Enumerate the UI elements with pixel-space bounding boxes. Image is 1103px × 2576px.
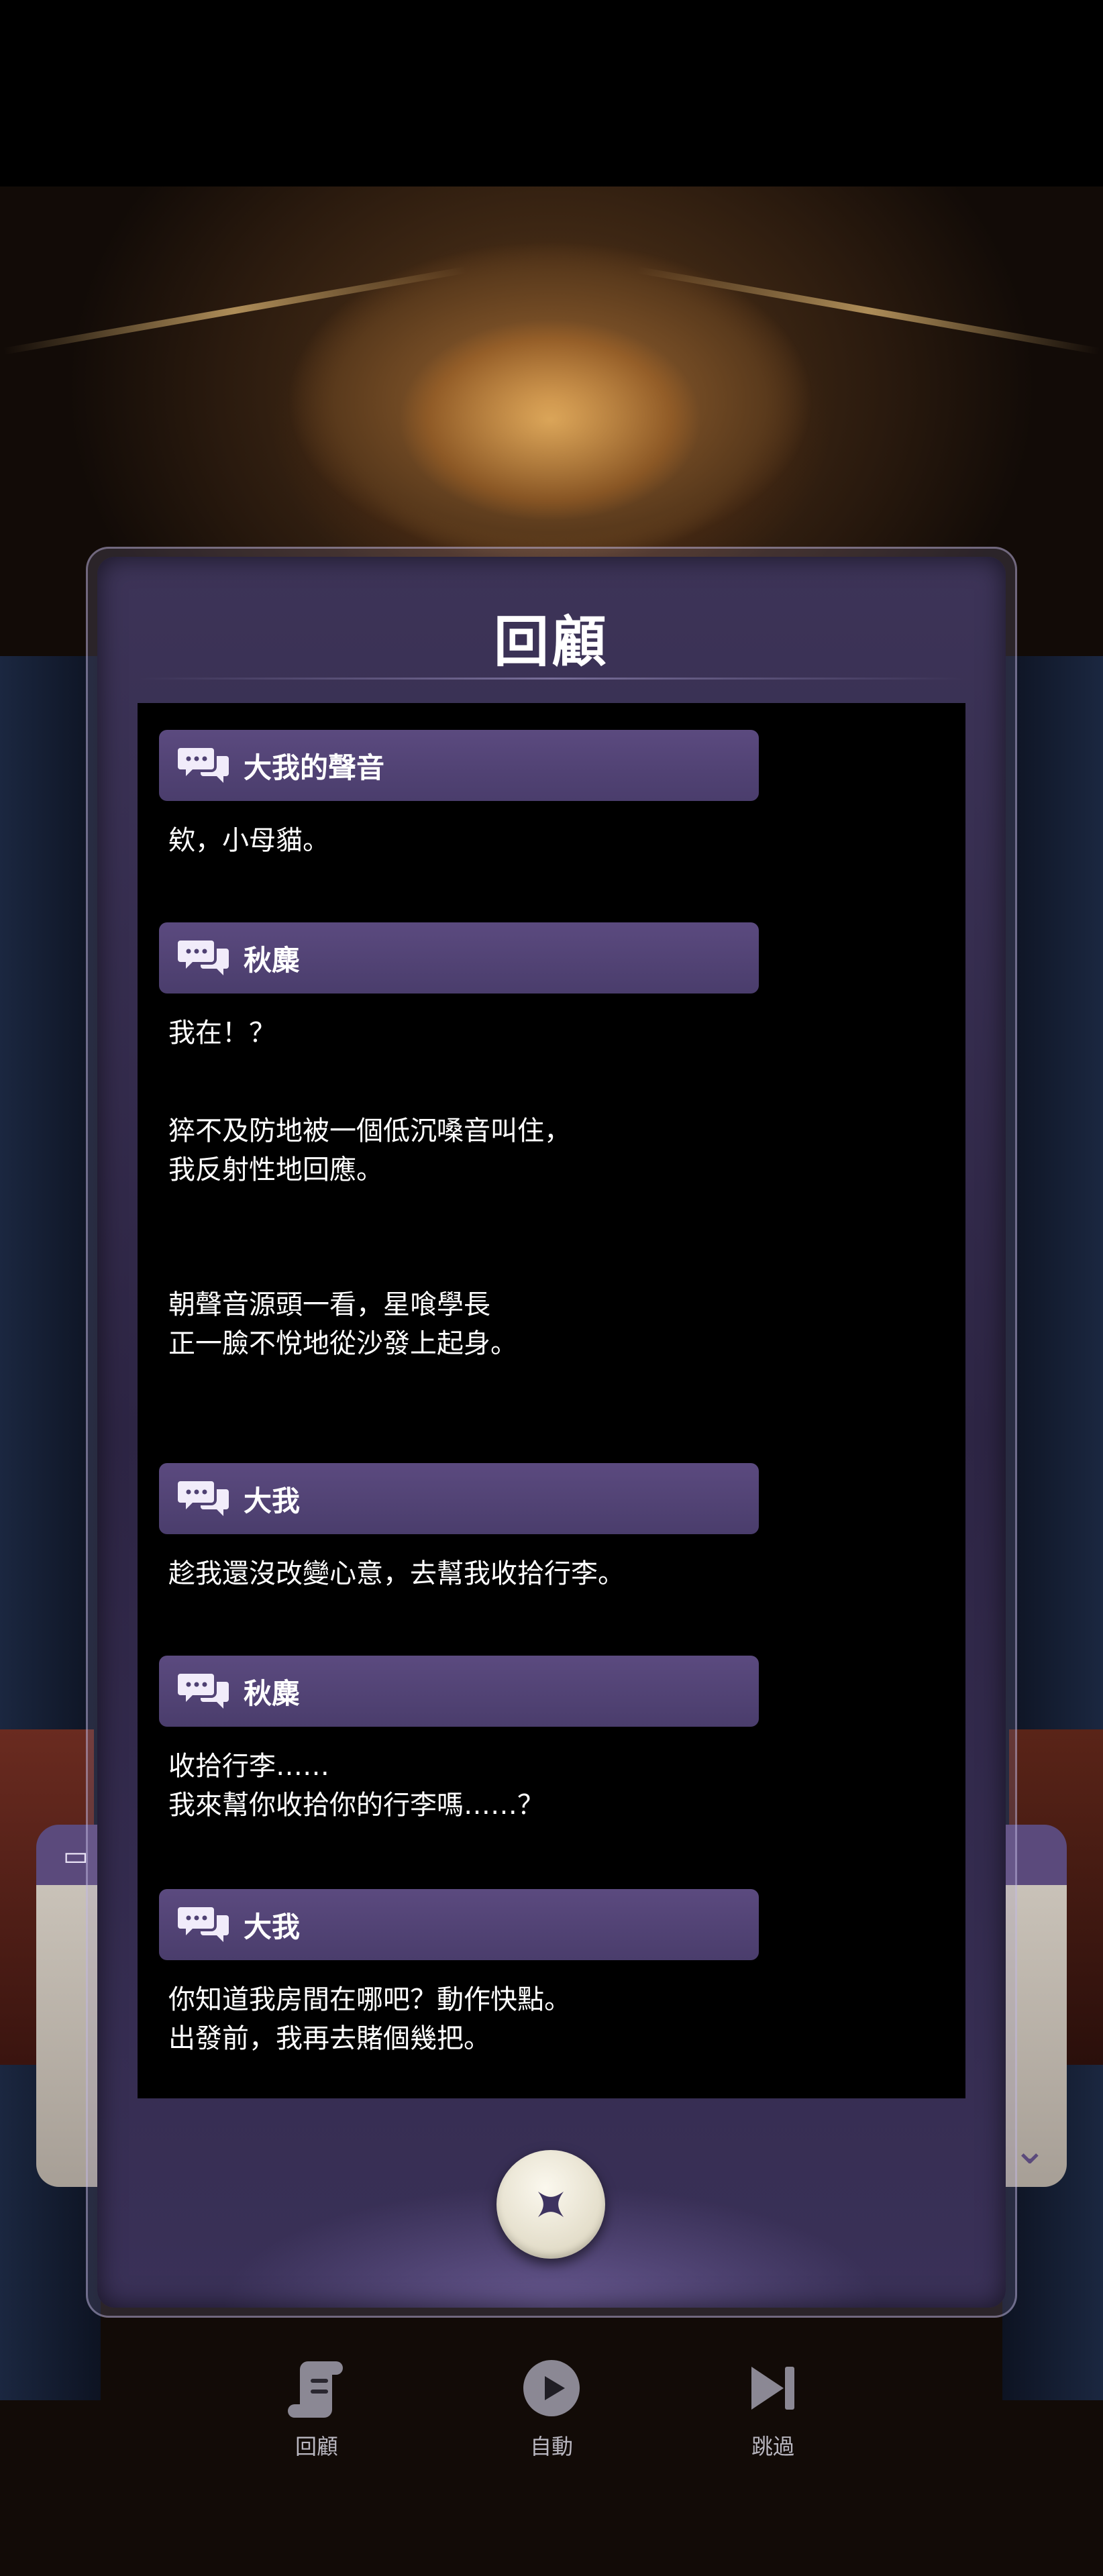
chat-bubbles-icon bbox=[178, 938, 230, 978]
chandelier-illustration bbox=[242, 213, 859, 589]
bottom-controls: 回顧 自動 跳過 bbox=[0, 2328, 1103, 2529]
next-chevron-icon: ⌄ bbox=[1012, 2127, 1047, 2174]
dialogue-line: 欸，小母貓。 bbox=[168, 825, 329, 856]
title-divider bbox=[138, 678, 965, 680]
speaker-bar: 大我的聲音 bbox=[159, 730, 759, 801]
dialogue-line: 你知道我房間在哪吧？動作快點。 出發前，我再去賭個幾把。 bbox=[168, 1984, 571, 2054]
scroll-icon bbox=[283, 2355, 350, 2422]
close-star-icon bbox=[537, 2191, 564, 2218]
speaker-bar: 大我 bbox=[159, 1463, 759, 1534]
review-label: 回顧 bbox=[295, 2434, 338, 2459]
skip-icon bbox=[739, 2355, 806, 2422]
dialogue-line: 我在！？ bbox=[168, 1018, 276, 1049]
chat-bubbles-icon bbox=[178, 1479, 230, 1519]
skip-button[interactable]: 跳過 bbox=[706, 2355, 840, 2461]
panel-title: 回顧 bbox=[493, 610, 609, 674]
close-button[interactable] bbox=[496, 2150, 605, 2259]
speaker-bar: 秋麋 bbox=[159, 922, 759, 994]
auto-button[interactable]: 自動 bbox=[484, 2355, 619, 2461]
review-panel: 回顧 大我的聲音 欸，小母貓。 秋麋 我在！？ 猝不及防地被一個低沉嗓音叫住， … bbox=[97, 557, 1006, 2308]
speaker-name: 秋麋 bbox=[244, 1676, 301, 1710]
speaker-name: 秋麋 bbox=[244, 943, 301, 977]
dialogue-line: 朝聲音源頭一看，星喰學長 正一臉不悅地從沙發上起身。 bbox=[168, 1289, 517, 1359]
auto-label: 自動 bbox=[529, 2434, 573, 2459]
speaker-bar: 大我 bbox=[159, 1889, 759, 1960]
speaker-name: 大我的聲音 bbox=[244, 751, 385, 784]
dialogue-line: 趁我還沒改變心意，去幫我收拾行李。 bbox=[168, 1558, 625, 1589]
chat-bubbles-icon bbox=[178, 1904, 230, 1945]
skip-label: 跳過 bbox=[751, 2434, 794, 2459]
speaker-bar: 秋麋 bbox=[159, 1656, 759, 1727]
chat-bubbles-icon bbox=[178, 745, 230, 786]
speaker-name: 大我 bbox=[244, 1910, 301, 1943]
review-button[interactable]: 回顧 bbox=[250, 2355, 384, 2461]
dialogue-line: 猝不及防地被一個低沉嗓音叫住， 我反射性地回應。 bbox=[168, 1116, 571, 1185]
play-icon bbox=[518, 2355, 585, 2422]
chat-bubbles-icon bbox=[178, 1671, 230, 1711]
dialogue-log[interactable]: 大我的聲音 欸，小母貓。 秋麋 我在！？ 猝不及防地被一個低沉嗓音叫住， 我反射… bbox=[138, 703, 965, 2098]
dialogue-line: 收拾行李…… 我來幫你收拾你的行李嗎……？ bbox=[168, 1751, 544, 1821]
speaker-name: 大我 bbox=[244, 1484, 301, 1517]
status-bar-area bbox=[0, 0, 1103, 186]
